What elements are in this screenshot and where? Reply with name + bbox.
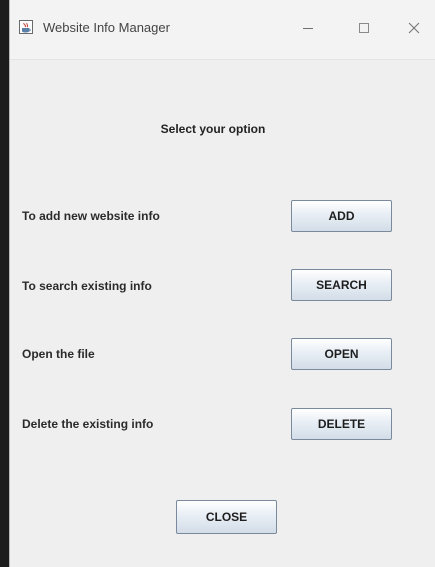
app-window: Website Info Manager Select your option [9, 0, 435, 567]
minimize-button[interactable] [297, 17, 319, 39]
title-bar[interactable]: Website Info Manager [10, 0, 435, 60]
delete-button[interactable]: DELETE [291, 408, 392, 440]
maximize-button[interactable] [353, 17, 375, 39]
desktop-edge [0, 0, 9, 567]
page-heading: Select your option [160, 122, 266, 136]
open-option-label: Open the file [22, 347, 95, 361]
maximize-icon [359, 23, 369, 33]
window-title: Website Info Manager [43, 20, 170, 35]
search-button[interactable]: SEARCH [291, 269, 392, 301]
add-option-label: To add new website info [22, 209, 160, 223]
open-button[interactable]: OPEN [291, 338, 392, 370]
java-app-icon [19, 20, 33, 34]
close-button[interactable]: CLOSE [176, 500, 277, 534]
delete-option-label: Delete the existing info [22, 417, 154, 431]
screen: Website Info Manager Select your option [0, 0, 435, 567]
close-icon [408, 22, 420, 34]
minimize-icon [303, 28, 313, 29]
search-option-label: To search existing info [22, 279, 152, 293]
add-button[interactable]: ADD [291, 200, 392, 232]
content-panel: Select your option To add new website in… [10, 60, 435, 567]
window-close-button[interactable] [403, 17, 425, 39]
